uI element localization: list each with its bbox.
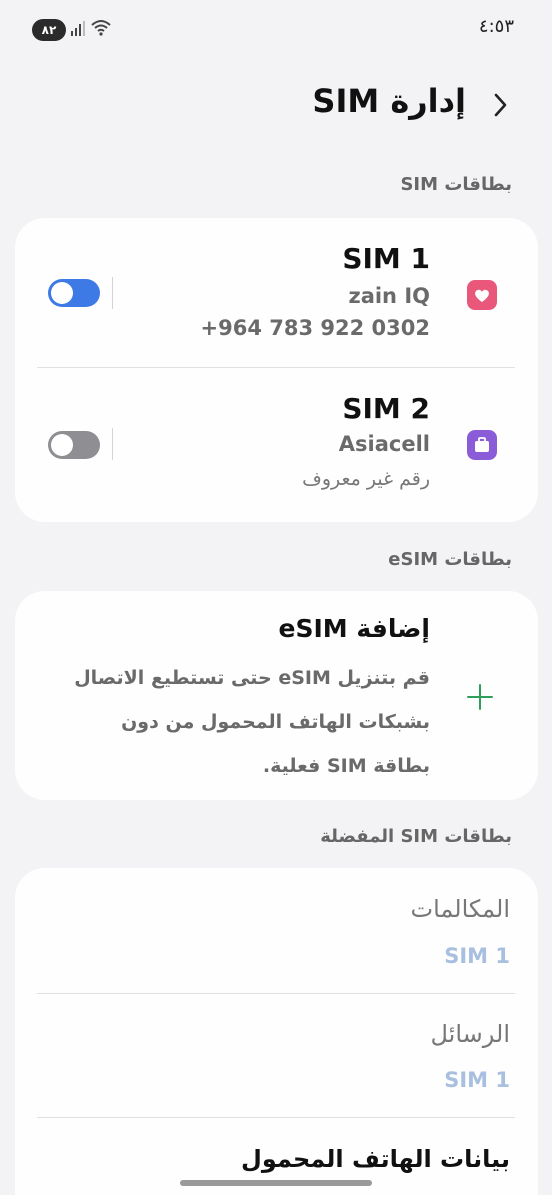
add-esim-title: إضافة eSIM <box>278 614 431 643</box>
messages-row[interactable] <box>15 994 538 1118</box>
plus-icon <box>467 684 493 710</box>
wifi-icon <box>91 20 111 36</box>
sim2-number: رقم غير معروف <box>302 468 430 490</box>
sim2-carrier: Asiacell <box>338 432 430 456</box>
toggle-divider <box>112 277 113 309</box>
toggle-knob <box>51 434 73 456</box>
preferred-section-label: بطاقات SIM المفضلة <box>320 826 512 847</box>
sim2-toggle[interactable] <box>48 431 100 459</box>
heart-icon <box>467 280 497 310</box>
calls-value: SIM 1 <box>444 944 510 968</box>
messages-value: SIM 1 <box>444 1068 510 1092</box>
calls-label: المكالمات <box>410 895 510 923</box>
sim1-number: +964 783 922 0302 <box>200 316 430 340</box>
signal-icon <box>71 21 85 36</box>
sim1-name: SIM 1 <box>342 242 430 275</box>
home-indicator <box>180 1180 372 1186</box>
calls-row[interactable] <box>15 868 538 993</box>
mobile-data-label: بيانات الهاتف المحمول <box>241 1145 510 1173</box>
toggle-knob <box>51 282 73 304</box>
esim-section-label: بطاقات eSIM <box>388 549 512 570</box>
battery-indicator: ٨٢ <box>32 19 66 41</box>
add-esim-description: قم بتنزيل eSIM حتى تستطيع الاتصال بشبكات… <box>74 667 430 777</box>
sim1-toggle[interactable] <box>48 279 100 307</box>
sim-cards-section-label: بطاقات SIM <box>400 174 512 195</box>
back-arrow-icon[interactable] <box>490 90 510 120</box>
messages-label: الرسائل <box>430 1020 511 1048</box>
briefcase-icon <box>467 430 497 460</box>
status-time: ٤:٥٣ <box>478 16 514 37</box>
sim2-name: SIM 2 <box>342 392 430 425</box>
page-title: إدارة SIM <box>312 82 466 120</box>
toggle-divider <box>112 428 113 460</box>
sim1-carrier: zain IQ <box>348 284 430 308</box>
